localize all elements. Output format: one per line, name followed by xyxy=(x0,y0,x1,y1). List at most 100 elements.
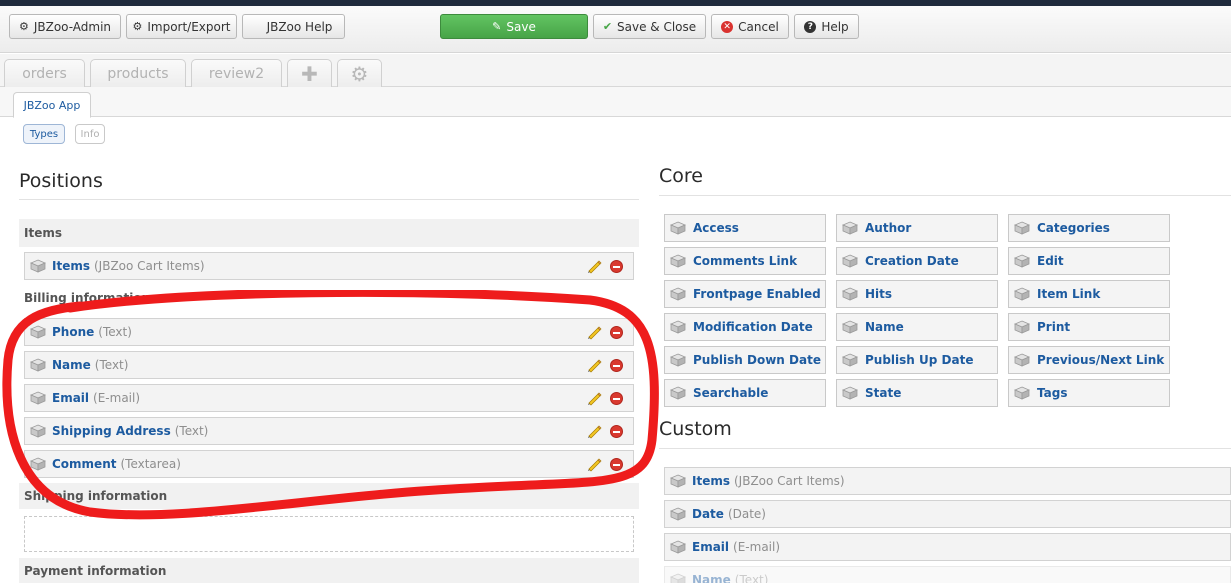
element-icon xyxy=(842,287,858,301)
core-element[interactable]: Tags xyxy=(1008,379,1170,407)
core-element[interactable]: Comments Link xyxy=(664,247,826,275)
core-element-label: Name xyxy=(865,320,904,334)
element-name: Name xyxy=(692,573,731,583)
delete-icon[interactable] xyxy=(610,358,623,372)
help-button[interactable]: ? Help xyxy=(794,14,859,39)
position-row[interactable]: Name (Text) xyxy=(24,351,634,379)
core-element-label: Author xyxy=(865,221,912,235)
core-element[interactable]: Item Link xyxy=(1008,280,1170,308)
core-element[interactable]: Searchable xyxy=(664,379,826,407)
jbzoo-help-button[interactable]: JBZoo Help xyxy=(242,14,345,39)
group-payment: Payment information xyxy=(19,558,639,583)
element-icon xyxy=(670,573,686,583)
divider xyxy=(659,448,1231,449)
position-row[interactable]: Items (JBZoo Cart Items) xyxy=(24,252,634,280)
pencil-icon[interactable] xyxy=(586,324,602,340)
info-button[interactable]: Info xyxy=(75,124,105,144)
core-element[interactable]: Print xyxy=(1008,313,1170,341)
core-element[interactable]: State xyxy=(836,379,998,407)
check-icon: ✔ xyxy=(602,20,613,33)
element-type: (E-mail) xyxy=(93,391,141,405)
element-name: Phone xyxy=(52,325,95,339)
tab-products[interactable]: products xyxy=(90,59,186,87)
tab-orders[interactable]: orders xyxy=(4,59,85,87)
drop-zone[interactable] xyxy=(24,516,634,552)
element-icon xyxy=(670,320,686,334)
element-icon xyxy=(30,358,46,372)
pencil-icon[interactable] xyxy=(586,456,602,472)
pencil-icon[interactable] xyxy=(586,390,602,406)
cancel-button[interactable]: ✕ Cancel xyxy=(711,14,789,39)
core-element-label: Access xyxy=(693,221,739,235)
element-icon xyxy=(1014,254,1030,268)
help-label: Help xyxy=(821,19,849,34)
custom-element[interactable]: Name (Text) xyxy=(664,566,1231,583)
pencil-icon[interactable] xyxy=(586,357,602,373)
add-app-tab[interactable]: ✚ xyxy=(287,59,332,87)
info-label: Info xyxy=(80,128,100,140)
delete-icon[interactable] xyxy=(610,457,623,471)
tab-review2[interactable]: review2 xyxy=(191,59,282,87)
custom-element[interactable]: Items (JBZoo Cart Items) xyxy=(664,467,1231,495)
position-row[interactable]: Comment (Textarea) xyxy=(24,450,634,478)
core-element[interactable]: Author xyxy=(836,214,998,242)
element-type: (Textarea) xyxy=(120,457,181,471)
element-name: Email xyxy=(52,391,90,405)
save-button[interactable]: ✎ Save xyxy=(440,14,588,39)
jbzoo-help-label: JBZoo Help xyxy=(266,19,333,34)
cancel-icon: ✕ xyxy=(721,20,734,33)
element-icon xyxy=(30,457,46,471)
position-row[interactable]: Shipping Address (Text) xyxy=(24,417,634,445)
element-type: (Text) xyxy=(734,573,769,583)
edit-icon: ✎ xyxy=(492,20,502,33)
delete-icon[interactable] xyxy=(610,424,623,438)
delete-icon[interactable] xyxy=(610,259,623,273)
delete-icon[interactable] xyxy=(610,325,623,339)
element-icon xyxy=(670,540,686,554)
core-element[interactable]: Hits xyxy=(836,280,998,308)
custom-element[interactable]: Date (Date) xyxy=(664,500,1231,528)
core-element-label: Modification Date xyxy=(693,320,813,334)
tab-jbzoo-app-label: JBZoo App xyxy=(23,98,81,112)
core-element[interactable]: Modification Date xyxy=(664,313,826,341)
save-close-button[interactable]: ✔ Save & Close xyxy=(593,14,706,39)
jbzoo-admin-label: JBZoo-Admin xyxy=(33,19,112,34)
core-element[interactable]: Previous/Next Link xyxy=(1008,346,1170,374)
save-label: Save xyxy=(506,19,536,34)
element-type: (Text) xyxy=(94,358,129,372)
tab-jbzoo-app[interactable]: JBZoo App xyxy=(13,92,91,118)
delete-icon[interactable] xyxy=(610,391,623,405)
element-name: Items xyxy=(692,474,730,488)
types-button[interactable]: Types xyxy=(23,124,65,144)
element-icon xyxy=(842,221,858,235)
core-element[interactable]: Edit xyxy=(1008,247,1170,275)
save-close-label: Save & Close xyxy=(617,19,697,34)
core-element-label: Comments Link xyxy=(693,254,798,268)
position-row[interactable]: Phone (Text) xyxy=(24,318,634,346)
element-icon xyxy=(842,254,858,268)
core-element[interactable]: Creation Date xyxy=(836,247,998,275)
divider xyxy=(659,195,1231,196)
group-billing-label: Billing information xyxy=(24,291,151,305)
pencil-icon[interactable] xyxy=(586,258,602,274)
settings-app-tab[interactable]: ⚙ xyxy=(337,59,382,87)
group-items-label: Items xyxy=(24,226,62,240)
pencil-icon[interactable] xyxy=(586,423,602,439)
core-element[interactable]: Frontpage Enabled xyxy=(664,280,826,308)
element-icon xyxy=(842,386,858,400)
group-shipping-label: Shipping information xyxy=(24,489,168,503)
core-element[interactable]: Categories xyxy=(1008,214,1170,242)
types-label: Types xyxy=(29,128,59,140)
position-row[interactable]: Email (E-mail) xyxy=(24,384,634,412)
core-element-label: Edit xyxy=(1037,254,1064,268)
core-element[interactable]: Publish Up Date xyxy=(836,346,998,374)
jbzoo-admin-button[interactable]: ⚙ JBZoo-Admin xyxy=(9,14,121,39)
import-export-button[interactable]: ⚙ Import/Export xyxy=(126,14,237,39)
element-icon xyxy=(1014,221,1030,235)
core-element-label: Tags xyxy=(1037,386,1068,400)
core-element[interactable]: Access xyxy=(664,214,826,242)
core-element[interactable]: Publish Down Date xyxy=(664,346,826,374)
core-element[interactable]: Name xyxy=(836,313,998,341)
help-icon: ? xyxy=(804,20,817,33)
custom-element[interactable]: Email (E-mail) xyxy=(664,533,1231,561)
